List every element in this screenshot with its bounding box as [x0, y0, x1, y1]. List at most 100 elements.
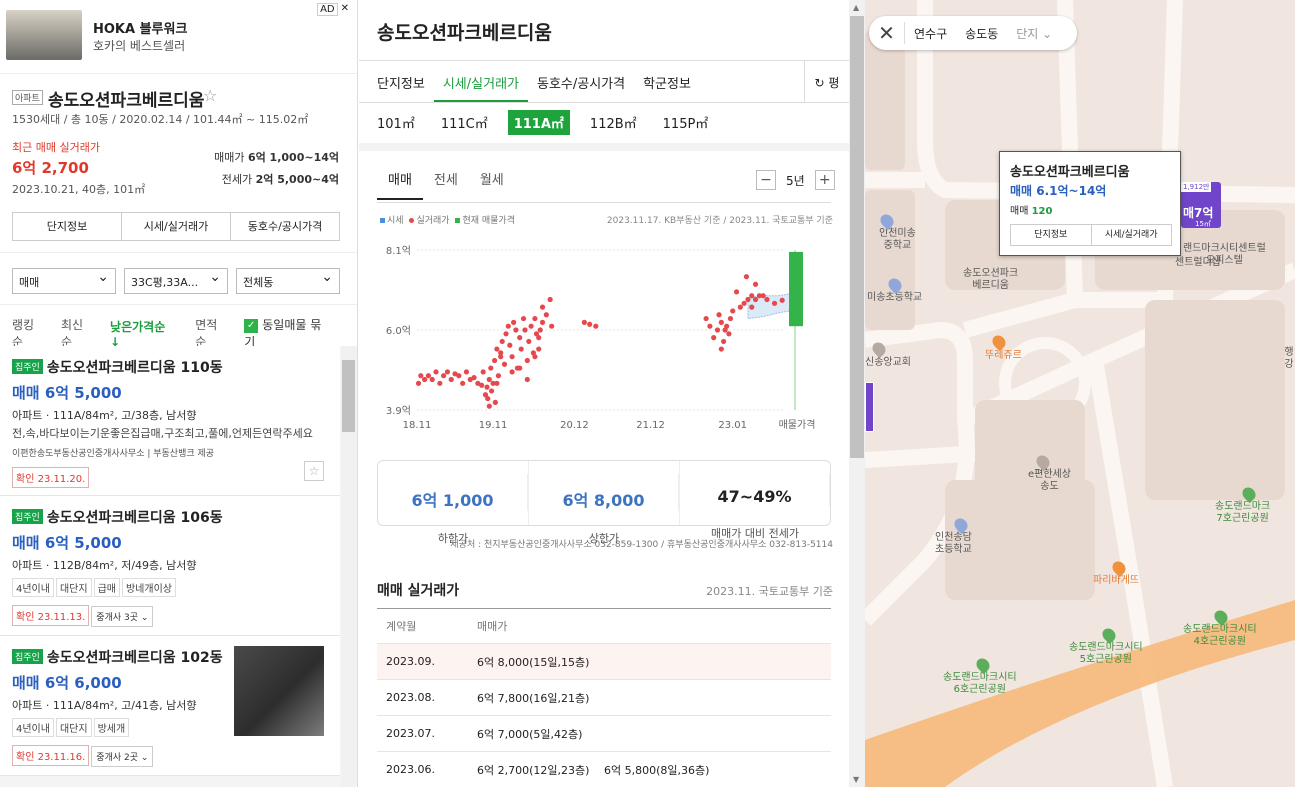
chart-tab-sale[interactable]: 매매 — [377, 163, 423, 200]
map-label[interactable]: e편한세상 송도 — [1028, 469, 1071, 493]
favorite-star-icon[interactable]: ☆ — [304, 461, 324, 481]
map-label[interactable]: 인천송담 초등학교 — [935, 532, 972, 556]
ad-thumbnail[interactable] — [6, 10, 82, 60]
complex-info: 1530세대 / 총 10동 / 2020.02.14 / 101.44㎡ ~ … — [12, 113, 309, 126]
scroll-up-icon[interactable]: ▲ — [853, 3, 859, 12]
sort-low-price[interactable]: 낮은가격순 ↓ — [110, 318, 179, 349]
sort-ranking[interactable]: 랭킹순 — [12, 316, 45, 350]
dong-select[interactable]: 전체동 — [236, 268, 340, 294]
complex-popup[interactable]: 송도오션파크베르디움 매매 6.1억~14억 매매 120 단지정보 시세/실거… — [999, 151, 1181, 256]
chart-tab-jeonse[interactable]: 전세 — [423, 163, 469, 200]
map-label[interactable]: 인천미송 중학교 — [879, 228, 916, 252]
map-close-icon[interactable]: ✕ — [869, 22, 905, 44]
crumb-dong[interactable]: 송도동 — [956, 25, 1007, 42]
deal-type-select[interactable]: 매매 — [12, 268, 116, 294]
map-view[interactable]: ✕ 연수구 송도동 단지 ⌄ 인천미송 중학교 미송초등학교 송도오션파크 베르디움… — [865, 0, 1295, 787]
tab-complex-info[interactable]: 단지정보 — [368, 61, 434, 102]
tab-price-history[interactable]: 시세/실거래가 — [433, 61, 528, 102]
listing-name[interactable]: 송도오션파크베르디움 110동 — [47, 360, 223, 376]
listing-name[interactable]: 송도오션파크베르디움 102동 — [47, 650, 223, 666]
trade-point — [749, 293, 755, 299]
map-label[interactable]: 송도오션파크 베르디움 — [963, 268, 1018, 292]
map-label[interactable]: 송도랜드마크시티 5호근린공원 — [1069, 642, 1143, 666]
map-label[interactable]: 신송앙교회 — [865, 357, 911, 369]
price-marker[interactable] — [865, 382, 874, 432]
map-label[interactable]: 송도랜드마크시티 6호근린공원 — [943, 672, 1017, 696]
unit-price-button[interactable]: 동호수/공시가격 — [231, 213, 339, 240]
listing-list: 집주인 송도오션파크베르디움 110동 매매 6억 5,000 아파트 · 111… — [0, 346, 340, 787]
listing-name[interactable]: 송도오션파크베르디움 106동 — [47, 510, 223, 526]
price-chart[interactable]: 8.1억 6.0억 3.9억 18.11 19.11 20.12 21.12 23.01 매물가… — [377, 238, 835, 438]
tab-unit-price[interactable]: 동호수/공시가격 — [528, 61, 634, 102]
trade-point — [537, 327, 543, 333]
table-row[interactable]: 2023.06. 6억 2,700(12일,23층) 6억 5,800(8일,36층… — [377, 752, 831, 787]
scrollbar-thumb[interactable] — [342, 360, 355, 432]
scrollbar-thumb[interactable] — [850, 16, 864, 458]
chart-basis: 2023.11.17. KB부동산 기준 / 2023.11. 국토교통부 기준 — [606, 216, 833, 226]
chart-tab-monthly[interactable]: 월세 — [469, 163, 515, 200]
size-tab[interactable]: 101㎡ — [371, 110, 421, 135]
trade-deal: 6억 7,800(16일,21층) — [477, 691, 590, 705]
listing-card[interactable]: 집주인 송도오션파크베르디움 102동 매매 6억 6,000 아파트 · 111… — [0, 636, 340, 776]
trade-point — [495, 373, 502, 379]
popup-price-button[interactable]: 시세/실거래가 — [1092, 225, 1172, 245]
listing-scrollbar[interactable] — [341, 346, 356, 787]
trade-point — [536, 346, 542, 352]
sale-range: 6억 1,000~14억 — [247, 151, 339, 164]
listing-card[interactable]: 집주인 송도오션파크베르디움 106동 매매 6억 5,000 아파트 · 112… — [0, 496, 340, 636]
map-label[interactable]: 행강 — [1283, 347, 1295, 371]
map-label[interactable]: 파리바게뜨 — [1093, 575, 1139, 587]
map-label[interactable]: 뚜레쥬르 — [985, 350, 1022, 362]
listing-photo[interactable] — [234, 646, 324, 736]
detail-scrollbar[interactable]: ▲ ▼ — [849, 0, 865, 787]
favorite-star-icon[interactable]: ☆ — [203, 86, 217, 105]
crumb-complex-dropdown[interactable]: 단지 ⌄ — [1007, 25, 1061, 42]
sort-latest[interactable]: 최신순 — [61, 316, 94, 350]
trades-basis: 2023.11. 국토교통부 기준 — [706, 585, 833, 598]
map-label[interactable]: 송도랜드마크시티 4호근린공원 — [1183, 624, 1257, 648]
trade-point — [499, 338, 505, 345]
filter-bar: 매매 33C평,33A... 전체동 — [12, 268, 340, 294]
size-tab[interactable]: 112B㎡ — [584, 110, 643, 135]
ad-title[interactable]: HOKA 블루워크 — [93, 18, 187, 37]
map-label[interactable]: 송도랜드마크 7호근린공원 — [1215, 501, 1270, 525]
sort-area[interactable]: 면적순 — [195, 316, 228, 350]
group-same-listing-toggle[interactable]: ✓ 동일매물 묶기 — [244, 316, 332, 350]
price-marker[interactable]: 1,912만 매7억 15㎡ — [1181, 182, 1221, 228]
table-row[interactable]: 2023.08. 6억 7,800(16일,21층) — [377, 680, 831, 716]
crumb-district[interactable]: 연수구 — [905, 25, 956, 42]
ad-tag: AD — [317, 3, 338, 16]
scroll-down-icon[interactable]: ▼ — [853, 775, 859, 784]
popup-complex-info-button[interactable]: 단지정보 — [1011, 225, 1092, 245]
legend-swatch — [455, 218, 461, 223]
trade-point — [437, 380, 443, 386]
ad-banner[interactable]: HOKA 블루워크 호카의 베스트셀러 AD ✕ — [0, 0, 357, 74]
tab-school[interactable]: 학군정보 — [634, 61, 700, 102]
ad-close-icon[interactable]: ✕ — [341, 3, 349, 16]
brokers-dropdown[interactable]: 중개사 3곳 ⌄ — [91, 605, 154, 627]
zoom-out-button[interactable]: − — [756, 170, 776, 190]
summary-buttons: 단지정보 시세/실거래가 동호수/공시가격 — [12, 212, 340, 241]
price-history-button[interactable]: 시세/실거래가 — [122, 213, 231, 240]
checkbox-checked-icon[interactable]: ✓ — [244, 318, 259, 333]
table-row[interactable]: 2023.09. 6억 8,000(15일,15층) — [377, 644, 831, 680]
trade-point — [718, 319, 724, 325]
table-row[interactable]: 2023.07. 6억 7,000(5일,42층) — [377, 716, 831, 752]
listing-card[interactable]: 집주인 송도오션파크베르디움 110동 매매 6억 5,000 아파트 · 111… — [0, 346, 340, 496]
brokers-dropdown[interactable]: 중개사 2곳 ⌄ — [91, 745, 154, 767]
trade-point — [543, 312, 549, 318]
size-select[interactable]: 33C평,33A... — [124, 268, 228, 294]
unit-toggle-button[interactable]: ↻ 평 — [804, 61, 849, 102]
stat-value: 6억 1,000 — [378, 474, 528, 511]
size-tab[interactable]: 111C㎡ — [435, 110, 494, 135]
complex-info-button[interactable]: 단지정보 — [13, 213, 122, 240]
ad-subtitle[interactable]: 호카의 베스트셀러 — [93, 37, 185, 54]
popup-price: 매매 6.1억~14억 — [1010, 184, 1107, 198]
divider — [0, 252, 357, 253]
y-tick-label: 8.1억 — [386, 245, 411, 257]
trade-point — [752, 296, 759, 303]
zoom-in-button[interactable]: + — [814, 170, 835, 190]
size-tab-active[interactable]: 111A㎡ — [507, 110, 570, 135]
map-label[interactable]: 센트럴더샵 — [1175, 257, 1221, 269]
size-tab[interactable]: 115P㎡ — [657, 110, 715, 135]
